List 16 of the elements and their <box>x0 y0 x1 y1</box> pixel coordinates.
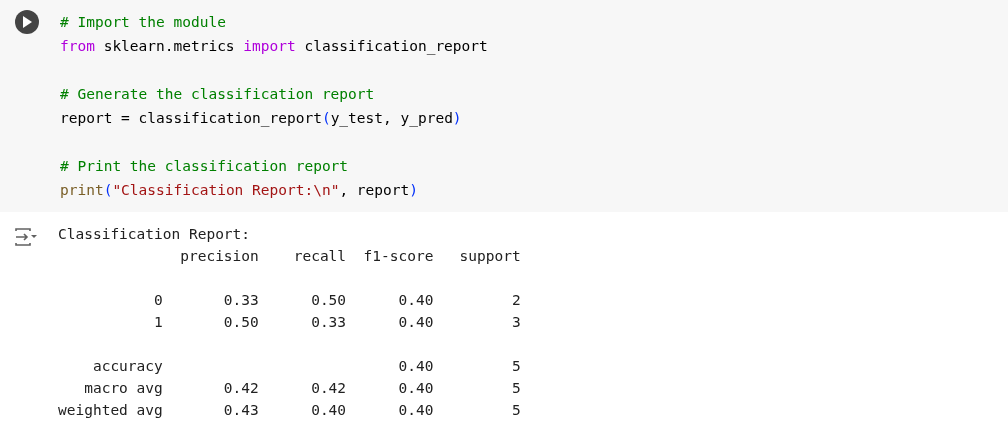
code-line: # Generate the classification report <box>60 85 376 104</box>
output-line: 1 0.50 0.33 0.40 3 <box>153 313 521 332</box>
code-line: # Print the classification report <box>60 157 350 176</box>
code-line: print("Classification Report:\n", report) <box>60 181 419 200</box>
run-button[interactable] <box>15 10 39 34</box>
code-line: # Import the module <box>60 13 227 32</box>
output-line: macro avg 0.42 0.42 0.40 5 <box>83 379 521 398</box>
code-line: from sklearn.metrics import classification_report <box>60 37 488 57</box>
output-line: 0 0.33 0.50 0.40 2 <box>153 291 521 310</box>
play-icon <box>22 16 32 28</box>
output-line: precision recall f1-score support <box>179 247 521 266</box>
output-line: accuracy 0.40 5 <box>91 357 521 376</box>
output-line: Classification Report: <box>58 225 252 244</box>
output-line: weighted avg 0.43 0.40 0.40 5 <box>58 401 521 420</box>
output-toggle-icon[interactable] <box>14 226 38 248</box>
code-line: report = classification_report(y_test, y_pred) <box>60 109 463 129</box>
